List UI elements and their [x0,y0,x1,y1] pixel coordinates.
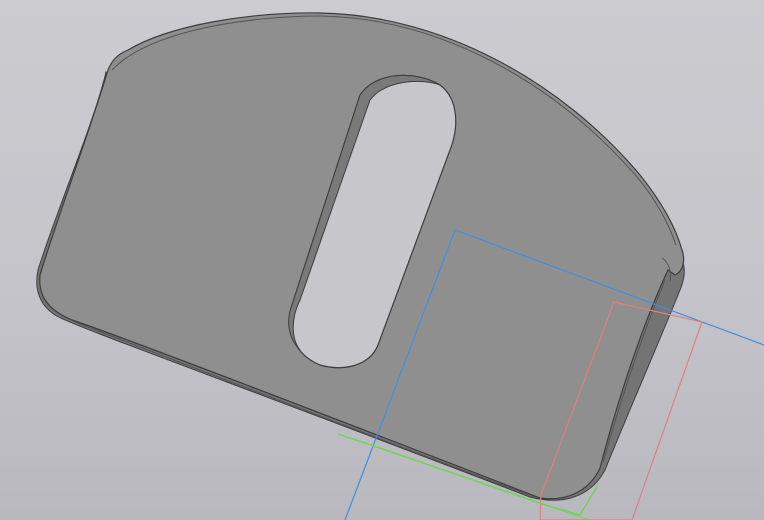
model-scene[interactable] [0,0,764,520]
3d-viewport[interactable] [0,0,764,520]
